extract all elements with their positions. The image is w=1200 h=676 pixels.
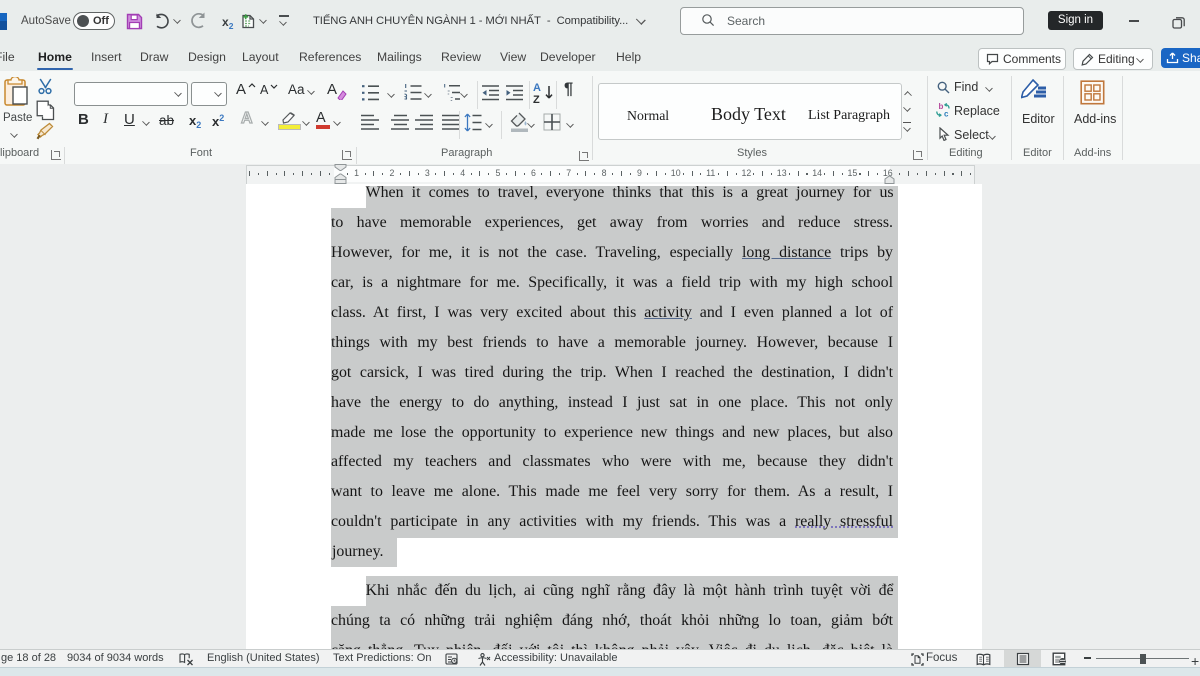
svg-text:b: b [939,102,944,111]
svg-text:c: c [944,110,949,119]
